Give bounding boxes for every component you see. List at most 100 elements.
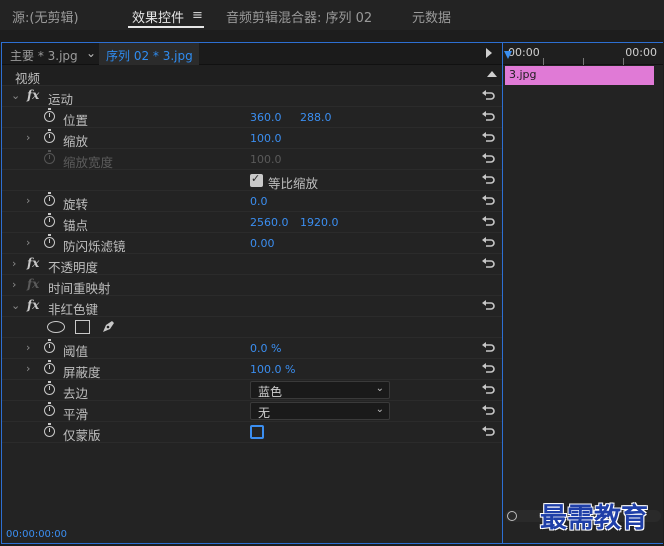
scroll-knob[interactable] (507, 511, 517, 521)
chevron-right-icon[interactable]: › (12, 257, 16, 270)
reset-icon[interactable] (481, 131, 495, 145)
property-label: 防闪烁滤镜 (63, 239, 126, 254)
chevron-down-icon[interactable]: ⌄ (86, 46, 96, 60)
chevron-down-icon[interactable]: ⌄ (11, 299, 20, 312)
fx-icon[interactable]: fx (27, 298, 39, 312)
rectangle-mask-icon[interactable] (75, 320, 90, 334)
property-label: 去边 (63, 386, 89, 401)
chevron-right-icon[interactable]: › (26, 131, 30, 144)
chevron-right-icon[interactable]: › (26, 341, 30, 354)
stopwatch-icon[interactable] (44, 339, 55, 353)
stopwatch-icon[interactable] (44, 108, 55, 122)
anchor-x-value[interactable]: 2560.0 (250, 216, 289, 229)
reset-icon[interactable] (481, 194, 495, 208)
chevron-down-icon[interactable]: ⌄ (11, 89, 20, 102)
reset-icon[interactable] (481, 404, 495, 418)
property-scale-row: › 缩放 100.0 (2, 128, 502, 149)
stopwatch-icon[interactable] (44, 192, 55, 206)
reset-icon[interactable] (481, 110, 495, 124)
tab-audio-clip-mixer[interactable]: 音频剪辑混合器: 序列 02 (226, 7, 372, 26)
effect-opacity-label: 不透明度 (48, 260, 99, 275)
collapse-up-icon[interactable] (487, 71, 497, 77)
chevron-down-icon: ⌄ (375, 404, 384, 415)
threshold-value[interactable]: 0.0 % (250, 342, 281, 355)
effect-opacity-row[interactable]: › fx 不透明度 (2, 254, 502, 275)
effect-nonred-key-row[interactable]: ⌄ fx 非红色键 (2, 296, 502, 317)
reset-icon[interactable] (481, 236, 495, 250)
reset-icon[interactable] (481, 299, 495, 313)
uniform-scale-checkbox[interactable] (250, 172, 263, 187)
sequence-clip-label[interactable]: 序列 02 * 3.jpg (106, 47, 193, 64)
timeline-ruler[interactable]: 00:00 00:00 (503, 43, 663, 65)
playhead-icon[interactable] (504, 51, 512, 59)
property-label: 仅蒙版 (63, 428, 101, 443)
stopwatch-icon[interactable] (44, 234, 55, 248)
reset-icon[interactable] (481, 173, 495, 187)
play-triangle-icon[interactable] (486, 48, 492, 58)
reset-icon[interactable] (481, 89, 495, 103)
chevron-right-icon[interactable]: › (12, 278, 16, 291)
stopwatch-icon[interactable] (44, 423, 55, 437)
stopwatch-icon[interactable] (44, 129, 55, 143)
stopwatch-icon (44, 150, 55, 164)
property-position-row: 位置 360.0 288.0 (2, 107, 502, 128)
ellipse-mask-icon[interactable] (47, 321, 65, 333)
chevron-right-icon[interactable]: › (26, 194, 30, 207)
property-label: 缩放 (63, 134, 89, 149)
fx-icon[interactable]: fx (27, 256, 39, 270)
fx-icon: fx (27, 277, 40, 291)
property-uniform-scale-row: 等比缩放 (2, 170, 502, 191)
reset-icon[interactable] (481, 257, 495, 271)
stopwatch-icon[interactable] (44, 402, 55, 416)
property-label: 旋转 (63, 197, 89, 212)
scale-width-value: 100.0 (250, 153, 282, 166)
chevron-right-icon[interactable]: › (26, 236, 30, 249)
defringe-select[interactable]: 蓝色 ⌄ (250, 381, 390, 399)
reset-icon[interactable] (481, 383, 495, 397)
mask-tools-row (2, 317, 502, 338)
timeline-start-time: 00:00 (508, 46, 540, 59)
stopwatch-icon[interactable] (44, 381, 55, 395)
uniform-scale-label: 等比缩放 (268, 176, 319, 191)
property-defringe-row: 去边 蓝色 ⌄ (2, 380, 502, 401)
property-label: 阈值 (63, 344, 89, 359)
chevron-right-icon[interactable]: › (26, 362, 30, 375)
property-smoothing-row: 平滑 无 ⌄ (2, 401, 502, 422)
fx-icon[interactable]: fx (27, 88, 39, 102)
tab-metadata[interactable]: 元数据 (412, 7, 451, 26)
cutoff-value[interactable]: 100.0 % (250, 363, 295, 376)
reset-icon[interactable] (481, 152, 495, 166)
effect-nonred-key-label: 非红色键 (48, 302, 99, 317)
reset-icon[interactable] (481, 215, 495, 229)
effect-time-remap-row[interactable]: › fx 时间重映射 (2, 275, 502, 296)
flicker-value[interactable]: 0.00 (250, 237, 275, 250)
timeline-clip-name: 3.jpg (509, 68, 537, 81)
effect-motion-row[interactable]: ⌄ fx 运动 (2, 86, 502, 107)
reset-icon[interactable] (481, 341, 495, 355)
ruler-tick (583, 58, 584, 65)
effect-properties-list: 视频 ⌄ fx 运动 位置 360.0 288.0 › 缩放 100.0 缩放宽… (2, 65, 502, 485)
smoothing-select[interactable]: 无 ⌄ (250, 402, 390, 420)
property-label: 缩放宽度 (63, 155, 114, 170)
anchor-y-value[interactable]: 1920.0 (300, 216, 339, 229)
rotation-value[interactable]: 0.0 (250, 195, 268, 208)
panel-tab-bar: 源:(无剪辑) 效果控件 ≡ 音频剪辑混合器: 序列 02 元数据 (0, 0, 664, 30)
stopwatch-icon[interactable] (44, 213, 55, 227)
scale-value[interactable]: 100.0 (250, 132, 282, 145)
pen-mask-icon[interactable] (101, 318, 117, 337)
reset-icon[interactable] (481, 425, 495, 439)
position-y-value[interactable]: 288.0 (300, 111, 332, 124)
video-section-label: 视频 (15, 71, 41, 86)
panel-menu-icon[interactable]: ≡ (192, 8, 203, 23)
effect-controls-panel: 主要 * 3.jpg ⌄ 序列 02 * 3.jpg 视频 ⌄ fx 运动 位置… (1, 42, 663, 544)
current-timecode[interactable]: 00:00:00:00 (6, 529, 67, 540)
timeline-clip[interactable]: 3.jpg (505, 66, 654, 85)
position-x-value[interactable]: 360.0 (250, 111, 282, 124)
stopwatch-icon[interactable] (44, 360, 55, 374)
tab-source[interactable]: 源:(无剪辑) (12, 7, 79, 26)
tab-effect-controls[interactable]: 效果控件 (132, 7, 184, 26)
mask-only-checkbox[interactable] (250, 425, 264, 439)
property-rotation-row: › 旋转 0.0 (2, 191, 502, 212)
reset-icon[interactable] (481, 362, 495, 376)
master-clip-label[interactable]: 主要 * 3.jpg (10, 47, 78, 64)
